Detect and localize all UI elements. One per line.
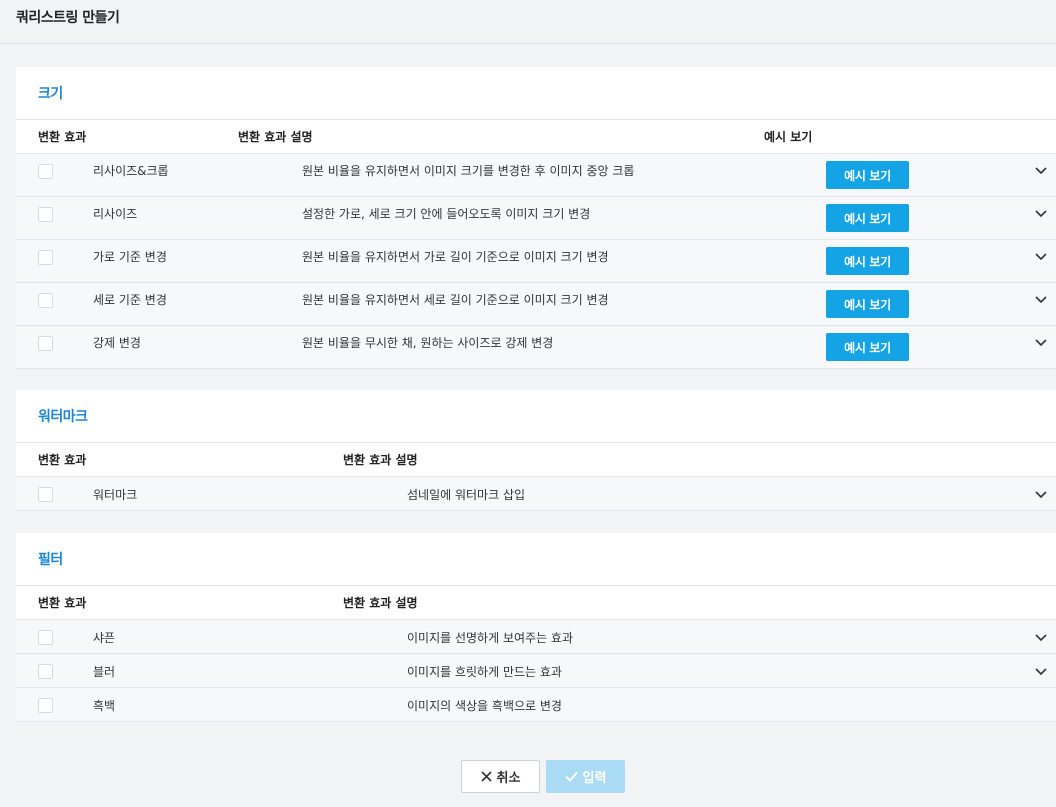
table-row: 리사이즈&크롭 원본 비율을 유지하면서 이미지 크기를 변경한 후 이미지 중…	[16, 154, 1056, 197]
table-row: 강제 변경 원본 비율을 무시한 채, 원하는 사이즈로 강제 변경 예시 보기	[16, 326, 1056, 369]
chevron-down-icon[interactable]	[1033, 291, 1049, 307]
preview-button[interactable]: 예시 보기	[826, 247, 909, 275]
effect-name: 블러	[93, 665, 116, 679]
watermark-table-header: 변환 효과 변환 효과 설명	[16, 443, 1056, 477]
effect-name: 리사이즈&크롭	[93, 164, 169, 178]
effect-description: 원본 비율을 무시한 채, 원하는 사이즈로 강제 변경	[302, 336, 554, 350]
chevron-down-icon[interactable]	[1033, 486, 1049, 502]
row-checkbox[interactable]	[38, 698, 53, 713]
effect-name: 워터마크	[93, 488, 138, 502]
watermark-section-title: 워터마크	[16, 390, 1056, 443]
table-row: 가로 기준 변경 원본 비율을 유지하면서 가로 길이 기준으로 이미지 크기 …	[16, 240, 1056, 283]
submit-label: 입력	[582, 771, 607, 786]
content: 크기 변환 효과 변환 효과 설명 예시 보기 리사이즈&크롭 원본 비율을 유…	[16, 67, 1056, 722]
cancel-label: 취소	[496, 771, 521, 786]
effect-description: 이미지를 선명하게 보여주는 효과	[407, 631, 574, 645]
effect-description: 설정한 가로, 세로 크기 안에 들어오도록 이미지 크기 변경	[302, 207, 591, 221]
table-row: 샤픈 이미지를 선명하게 보여주는 효과	[16, 620, 1056, 654]
watermark-section: 워터마크 변환 효과 변환 효과 설명 워터마크 섬네일에 워터마크 삽입	[16, 390, 1056, 511]
row-checkbox[interactable]	[38, 336, 53, 351]
header-description: 변환 효과 설명	[343, 453, 418, 467]
header-description: 변환 효과 설명	[238, 130, 313, 144]
effect-name: 강제 변경	[93, 336, 141, 350]
row-checkbox[interactable]	[38, 293, 53, 308]
row-checkbox[interactable]	[38, 164, 53, 179]
row-checkbox[interactable]	[38, 630, 53, 645]
chevron-down-icon[interactable]	[1033, 334, 1049, 350]
table-row: 흑백 이미지의 색상을 흑백으로 변경	[16, 688, 1056, 722]
filter-section: 필터 변환 효과 변환 효과 설명 샤픈 이미지를 선명하게 보여주는 효과 블…	[16, 533, 1056, 722]
effect-name: 가로 기준 변경	[93, 250, 167, 264]
size-section-title: 크기	[16, 67, 1056, 120]
chevron-down-icon[interactable]	[1033, 162, 1049, 178]
submit-button[interactable]: 입력	[546, 760, 625, 793]
row-checkbox[interactable]	[38, 487, 53, 502]
footer-actions: 취소 입력	[0, 760, 1056, 794]
close-icon	[480, 771, 492, 782]
header-description: 변환 효과 설명	[343, 596, 418, 610]
header-preview: 예시 보기	[764, 130, 813, 144]
page-header: 쿼리스트링 만들기	[0, 0, 1056, 44]
size-table-header: 변환 효과 변환 효과 설명 예시 보기	[16, 120, 1056, 154]
effect-description: 섬네일에 워터마크 삽입	[407, 488, 526, 502]
chevron-down-icon[interactable]	[1033, 248, 1049, 264]
chevron-down-icon[interactable]	[1033, 663, 1049, 679]
row-checkbox[interactable]	[38, 664, 53, 679]
size-section: 크기 변환 효과 변환 효과 설명 예시 보기 리사이즈&크롭 원본 비율을 유…	[16, 67, 1056, 369]
effect-name: 샤픈	[93, 631, 116, 645]
effect-name: 세로 기준 변경	[93, 293, 167, 307]
preview-button[interactable]: 예시 보기	[826, 290, 909, 318]
header-effect: 변환 효과	[38, 453, 87, 467]
effect-description: 원본 비율을 유지하면서 세로 길이 기준으로 이미지 크기 변경	[302, 293, 609, 307]
chevron-down-icon[interactable]	[1033, 205, 1049, 221]
header-effect: 변환 효과	[38, 596, 87, 610]
effect-description: 원본 비율을 유지하면서 이미지 크기를 변경한 후 이미지 중앙 크롭	[302, 164, 635, 178]
preview-button[interactable]: 예시 보기	[826, 204, 909, 232]
table-row: 세로 기준 변경 원본 비율을 유지하면서 세로 길이 기준으로 이미지 크기 …	[16, 283, 1056, 326]
page-title: 쿼리스트링 만들기	[16, 10, 120, 26]
effect-name: 리사이즈	[93, 207, 138, 221]
preview-button[interactable]: 예시 보기	[826, 161, 909, 189]
table-row: 워터마크 섬네일에 워터마크 삽입	[16, 477, 1056, 511]
effect-description: 이미지의 색상을 흑백으로 변경	[407, 699, 562, 713]
effect-description: 원본 비율을 유지하면서 가로 길이 기준으로 이미지 크기 변경	[302, 250, 609, 264]
row-checkbox[interactable]	[38, 207, 53, 222]
check-icon	[564, 771, 578, 782]
filter-section-title: 필터	[16, 533, 1056, 586]
row-checkbox[interactable]	[38, 250, 53, 265]
effect-description: 이미지를 흐릿하게 만드는 효과	[407, 665, 562, 679]
effect-name: 흑백	[93, 699, 116, 713]
table-row: 리사이즈 설정한 가로, 세로 크기 안에 들어오도록 이미지 크기 변경 예시…	[16, 197, 1056, 240]
header-effect: 변환 효과	[38, 130, 87, 144]
cancel-button[interactable]: 취소	[461, 760, 540, 793]
preview-button[interactable]: 예시 보기	[826, 333, 909, 361]
chevron-down-icon[interactable]	[1033, 629, 1049, 645]
table-row: 블러 이미지를 흐릿하게 만드는 효과	[16, 654, 1056, 688]
filter-table-header: 변환 효과 변환 효과 설명	[16, 586, 1056, 620]
